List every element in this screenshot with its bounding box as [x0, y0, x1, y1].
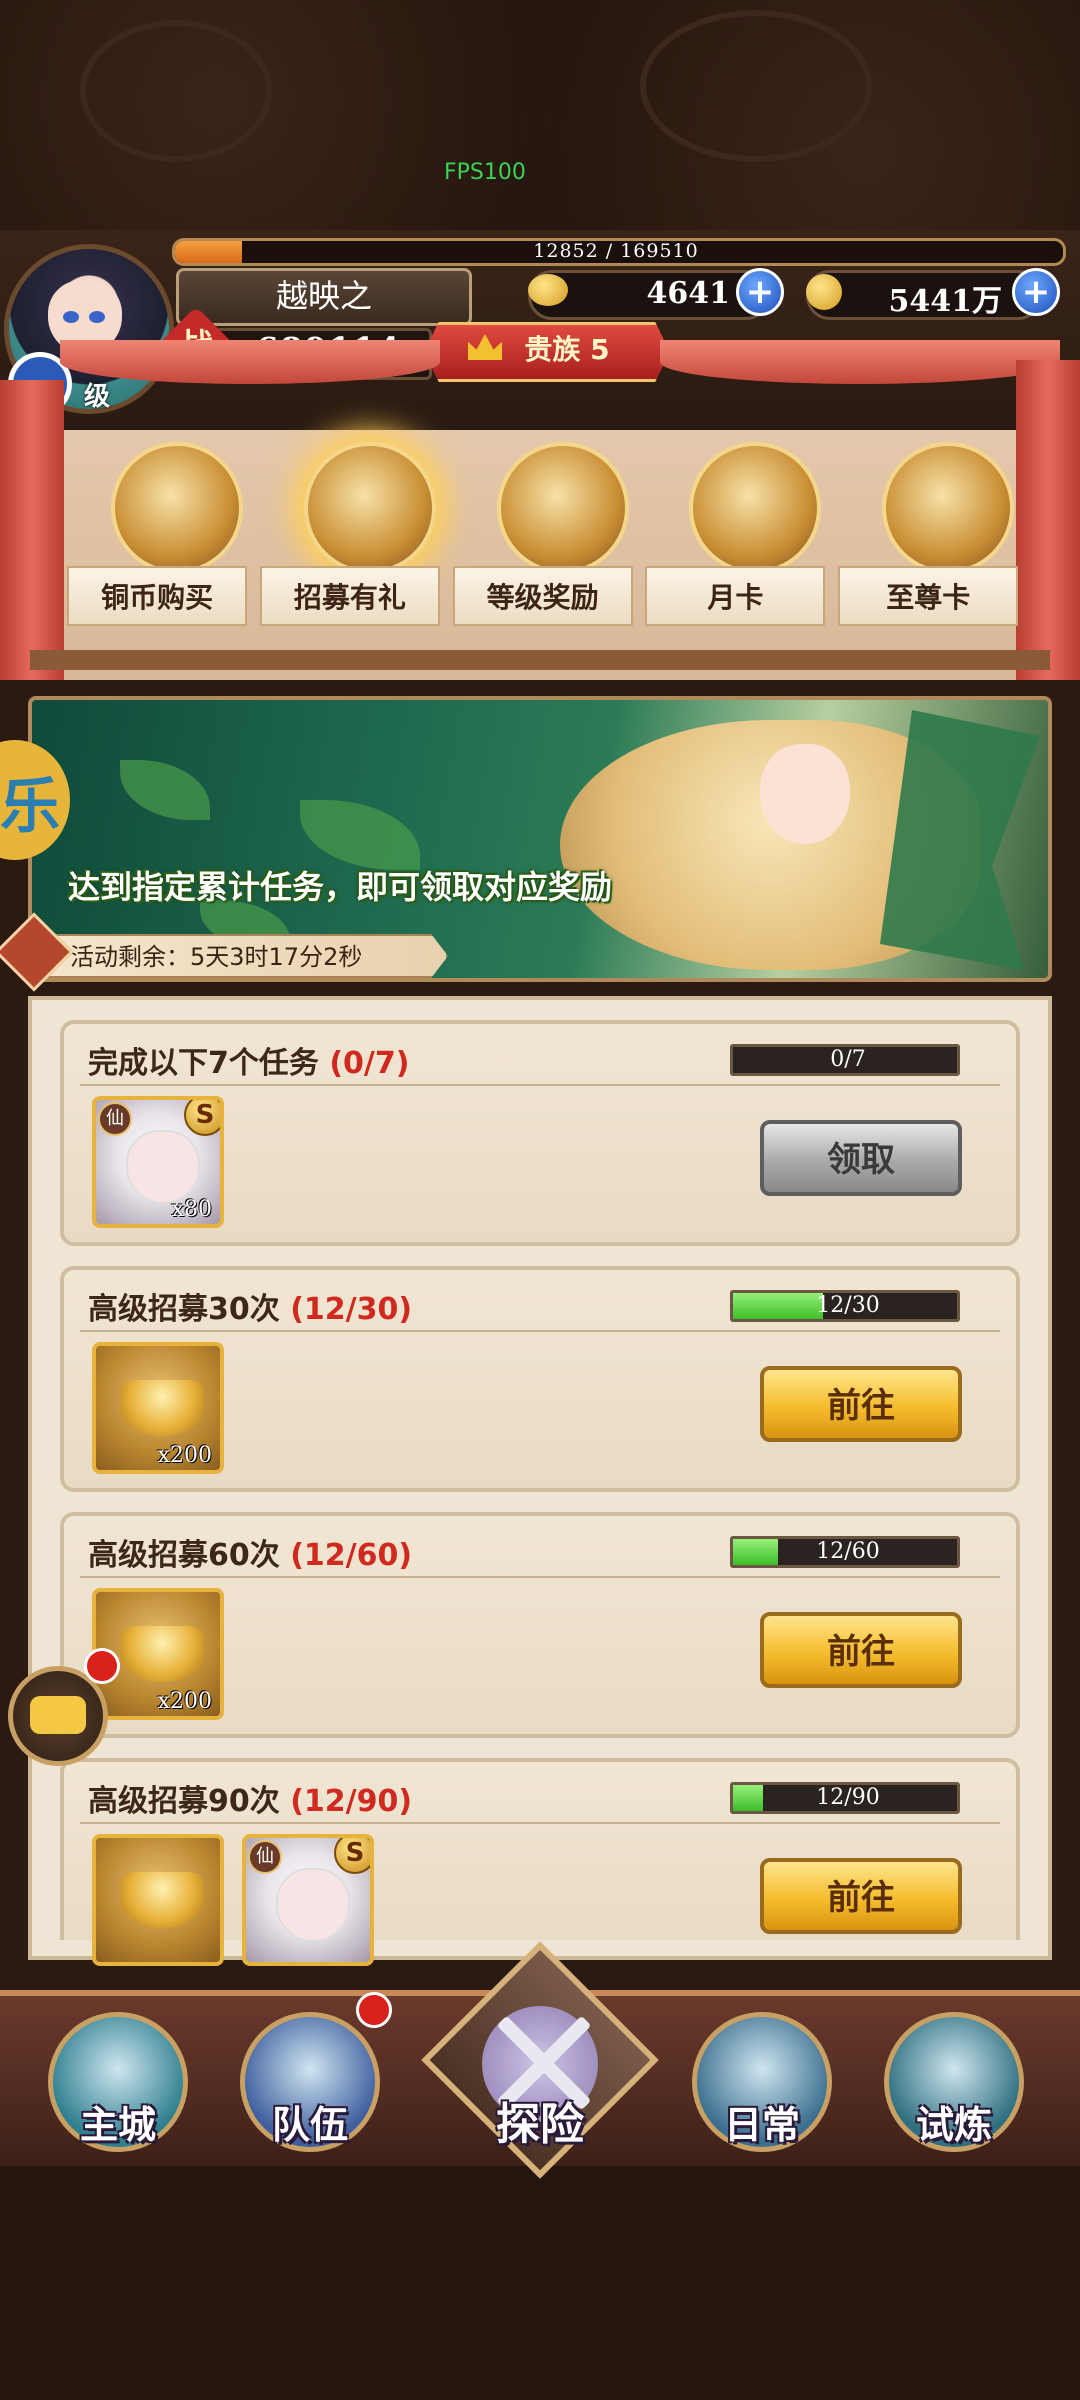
task-progress-bar: 12/60 — [730, 1536, 960, 1568]
reward-quantity: x80 — [171, 1197, 212, 1222]
supreme-card-icon — [882, 442, 1015, 574]
side-event-char: 乐 — [0, 772, 60, 842]
immortal-tag-badge: 仙 — [98, 1102, 132, 1136]
crystal-ball-icon — [303, 442, 436, 574]
nav-label: 队伍 — [271, 2103, 348, 2147]
task-divider — [80, 1330, 1000, 1332]
event-timer: 活动剩余：5天3时17分2秒 — [28, 934, 448, 978]
task-title: 完成以下7个任务 (0/7) — [88, 1038, 409, 1082]
team-notification-dot — [356, 1992, 392, 2028]
task-card: 高级招募60次 (12/60) 12/60 x200 前往 — [60, 1512, 1020, 1738]
gold-ingot-icon — [528, 274, 568, 306]
fairy-character-face — [760, 744, 850, 844]
curtain-swag — [60, 340, 440, 384]
go-button[interactable]: 前往 — [760, 1366, 962, 1442]
reward-quantity: x200 — [157, 1689, 212, 1714]
reward-item[interactable]: 仙 Sx80 — [92, 1096, 224, 1228]
noble-rank-button[interactable]: 贵族 5 — [424, 322, 670, 382]
curtain-right — [1016, 360, 1080, 680]
lucky-bag-icon — [496, 442, 629, 574]
task-title: 高级招募30次 (12/30) — [88, 1284, 412, 1328]
task-title: 高级招募60次 (12/60) — [88, 1530, 412, 1574]
immortal-tag-badge: 仙 — [248, 1840, 282, 1874]
claim-button[interactable]: 领取 — [760, 1120, 962, 1196]
task-card: 高级招募30次 (12/30) 12/30 x200 前往 — [60, 1266, 1020, 1492]
s-rank-badge: S — [184, 1100, 220, 1136]
task-count: (0/7) — [318, 1046, 410, 1081]
banner-headline: 达到指定累计任务，即可领取对应奖励 — [68, 868, 613, 906]
swirl-decoration — [80, 20, 272, 162]
task-progress-text: 12/60 — [816, 1539, 880, 1564]
avatar-eyes — [58, 308, 112, 323]
ingot-value: 4641 — [646, 276, 731, 311]
fps-counter: FPS100 — [444, 160, 526, 185]
top-menu-label: 铜币购买 — [67, 566, 248, 626]
hero-portrait-icon — [276, 1868, 350, 1942]
task-progress-text: 12/90 — [816, 1785, 880, 1810]
player-level-label: 级 — [84, 382, 111, 412]
top-menu-item-4[interactable]: 月卡 — [645, 442, 826, 642]
go-button[interactable]: 前往 — [760, 1612, 962, 1688]
chat-icon — [30, 1696, 86, 1734]
exp-text: 12852 / 169510 — [533, 240, 699, 262]
curtain-swag — [660, 340, 1060, 384]
reward-item[interactable] — [92, 1834, 224, 1966]
coin-value: 5441万 — [888, 284, 1003, 319]
nav-label: 主城 — [79, 2103, 156, 2147]
gold-ingot-icon — [120, 1380, 204, 1436]
task-title-text: 高级招募60次 — [88, 1538, 280, 1573]
task-count: (12/30) — [279, 1292, 413, 1327]
reward-item[interactable]: 仙S — [242, 1834, 374, 1966]
add-ingot-button[interactable]: + — [736, 268, 784, 316]
treasure-chest-icon — [111, 442, 244, 574]
task-divider — [80, 1576, 1000, 1578]
swirl-decoration — [640, 10, 872, 162]
task-progress-text: 12/30 — [816, 1293, 880, 1318]
reward-item[interactable]: x200 — [92, 1342, 224, 1474]
task-divider — [80, 1084, 1000, 1086]
task-card: 高级招募90次 (12/90) 12/90 仙 S 前往 — [60, 1758, 1020, 1966]
task-title-text: 完成以下7个任务 — [88, 1046, 319, 1081]
task-progress-bar: 12/90 — [730, 1782, 960, 1814]
nav-label-explore: 探险 — [496, 2099, 584, 2150]
top-menu-item-3[interactable]: 等级奖励 — [452, 442, 633, 642]
task-title-text: 高级招募90次 — [88, 1784, 280, 1819]
task-card: 完成以下7个任务 (0/7) 0/7 仙 Sx80 领取 — [60, 1020, 1020, 1246]
copper-coin-icon — [806, 274, 842, 310]
task-title: 高级招募90次 (12/90) — [88, 1776, 412, 1820]
top-menu-item-2[interactable]: 招募有礼 — [259, 442, 440, 642]
chat-notification-dot — [84, 1648, 120, 1684]
top-menu-label: 招募有礼 — [259, 566, 440, 626]
task-count: (12/90) — [279, 1784, 413, 1819]
go-button[interactable]: 前往 — [760, 1858, 962, 1934]
task-title-text: 高级招募30次 — [88, 1292, 280, 1327]
bottom-background — [0, 2160, 1080, 2400]
curtain-left — [0, 380, 64, 680]
reward-quantity: x200 — [157, 1443, 212, 1468]
nav-label: 试炼 — [915, 2103, 992, 2147]
player-name[interactable]: 越映之 — [176, 268, 472, 326]
top-menu-label: 至尊卡 — [838, 566, 1019, 626]
gold-ingot-icon — [120, 1872, 204, 1928]
month-card-icon — [689, 442, 822, 574]
gold-ingot-icon — [120, 1626, 204, 1682]
add-coin-button[interactable]: + — [1012, 268, 1060, 316]
task-progress-bar: 0/7 — [730, 1044, 960, 1076]
top-menu-label: 月卡 — [645, 566, 826, 626]
menu-shelf — [30, 650, 1050, 670]
task-progress-text: 0/7 — [830, 1047, 866, 1072]
nav-label: 日常 — [723, 2103, 800, 2147]
task-progress-bar: 12/30 — [730, 1290, 960, 1322]
top-menu-item-1[interactable]: 铜币购买 — [67, 442, 248, 642]
top-menu-label: 等级奖励 — [452, 566, 633, 626]
noble-rank-label: 贵族 5 — [524, 333, 610, 366]
s-rank-badge: S — [334, 1838, 370, 1874]
task-count: (12/60) — [279, 1538, 413, 1573]
hero-portrait-icon — [126, 1130, 200, 1204]
top-menu-item-5[interactable]: 至尊卡 — [838, 442, 1019, 642]
task-divider — [80, 1822, 1000, 1824]
